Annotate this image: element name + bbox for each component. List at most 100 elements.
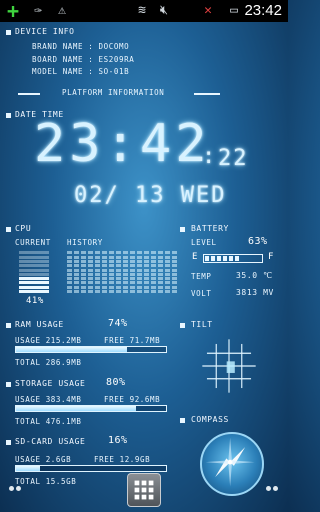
storage-usage: USAGE 383.4MB	[15, 395, 82, 404]
storage-free: FREE 92.6MB	[104, 395, 161, 404]
cpu-history-segment	[116, 290, 121, 293]
cpu-history-segment	[137, 272, 142, 276]
right-dots-icon[interactable]	[266, 486, 282, 492]
storage-bar-fill	[16, 406, 136, 411]
cpu-history-segment	[144, 277, 149, 281]
platform-title: PLATFORM INFORMATION	[62, 88, 165, 97]
cpu-history-segment	[137, 255, 142, 259]
cpu-meter-segment	[19, 272, 49, 276]
cpu-history-segment	[67, 277, 72, 281]
ram-bar-fill	[16, 347, 127, 352]
sdcard-bar-fill	[16, 466, 40, 471]
cpu-history-segment	[74, 290, 79, 293]
cpu-history-segment	[151, 272, 156, 276]
cpu-history-segment	[109, 272, 114, 276]
cpu-history-segment	[158, 264, 163, 268]
cpu-history-graph	[67, 250, 183, 294]
cpu-history-segment	[158, 259, 163, 263]
cpu-history-segment	[123, 264, 128, 268]
model-name: MODEL NAME : SO-01B	[32, 67, 130, 76]
cpu-history-segment	[74, 255, 79, 259]
storage-title: STORAGE USAGE	[15, 379, 86, 388]
cpu-history-segment	[130, 251, 135, 255]
cpu-meter-segment	[19, 268, 49, 272]
app-drawer-button[interactable]	[127, 473, 161, 507]
cpu-history-segment	[74, 251, 79, 255]
cpu-history-segment	[165, 268, 170, 272]
cpu-history-segment	[172, 264, 177, 268]
cpu-history-segment	[95, 285, 100, 289]
cpu-history-segment	[95, 268, 100, 272]
section-bullet	[6, 113, 11, 118]
section-bullet	[6, 440, 11, 445]
cpu-history-segment	[81, 251, 86, 255]
cpu-history-segment	[172, 259, 177, 263]
cpu-history-column	[123, 250, 128, 294]
cpu-history-segment	[102, 272, 107, 276]
cpu-history-segment	[116, 285, 121, 289]
add-icon[interactable]: +	[4, 1, 22, 21]
cpu-history-segment	[109, 255, 114, 259]
battery-full-label: F	[268, 252, 274, 262]
cpu-history-segment	[137, 264, 142, 268]
cpu-history-segment	[158, 281, 163, 285]
cpu-history-segment	[165, 264, 170, 268]
cpu-history-segment	[172, 285, 177, 289]
cpu-history-segment	[144, 272, 149, 276]
cpu-history-segment	[172, 251, 177, 255]
cpu-history-segment	[158, 272, 163, 276]
battery-gauge	[203, 254, 263, 263]
sdcard-usage: USAGE 2.6GB	[15, 455, 72, 464]
cpu-history-segment	[172, 272, 177, 276]
cpu-history-segment	[81, 272, 86, 276]
cpu-history-segment	[95, 264, 100, 268]
clock-seconds: 22	[218, 146, 249, 171]
cpu-history-segment	[151, 264, 156, 268]
cpu-history-segment	[102, 259, 107, 263]
cpu-history-segment	[67, 285, 72, 289]
cpu-history-column	[165, 250, 170, 294]
cpu-history-column	[144, 250, 149, 294]
tilt-indicator	[202, 339, 256, 393]
warning-icon: ⚠	[58, 3, 66, 18]
section-bullet	[6, 227, 11, 232]
cpu-history-segment	[74, 272, 79, 276]
cpu-history-segment	[158, 277, 163, 281]
cpu-history-segment	[88, 251, 93, 255]
cpu-history-column	[102, 250, 107, 294]
cpu-history-segment	[102, 251, 107, 255]
cpu-history-segment	[158, 251, 163, 255]
cpu-history-segment	[172, 277, 177, 281]
ram-usage: USAGE 215.2MB	[15, 336, 82, 345]
cpu-history-segment	[144, 290, 149, 293]
tilt-marker	[226, 361, 235, 373]
clock-colon: :	[202, 144, 216, 169]
battery-level-label: LEVEL	[191, 238, 217, 247]
cpu-history-segment	[88, 264, 93, 268]
cpu-history-segment	[116, 264, 121, 268]
usb-debug-icon: ✑	[34, 3, 42, 18]
cpu-history-segment	[74, 268, 79, 272]
cpu-history-segment	[165, 281, 170, 285]
cpu-history-segment	[123, 272, 128, 276]
battery-icon: ▭	[230, 3, 238, 18]
cpu-history-segment	[67, 255, 72, 259]
section-bullet	[180, 323, 185, 328]
cpu-meter-segment	[19, 259, 49, 263]
cpu-history-segment	[95, 277, 100, 281]
cpu-history-segment	[137, 259, 142, 263]
cpu-history-segment	[95, 281, 100, 285]
section-bullet	[180, 418, 185, 423]
cpu-history-column	[67, 250, 72, 294]
cpu-history-segment	[165, 285, 170, 289]
cpu-history-segment	[81, 285, 86, 289]
compass-needle-icon	[205, 437, 255, 487]
cpu-history-column	[81, 250, 86, 294]
cpu-history-segment	[144, 264, 149, 268]
cpu-history-segment	[130, 255, 135, 259]
cpu-history-segment	[172, 255, 177, 259]
storage-total: TOTAL 476.1MB	[15, 417, 82, 426]
battery-volt-label: VOLT	[191, 289, 212, 298]
battery-temp-label: TEMP	[191, 272, 212, 281]
left-dots-icon[interactable]	[9, 486, 25, 492]
